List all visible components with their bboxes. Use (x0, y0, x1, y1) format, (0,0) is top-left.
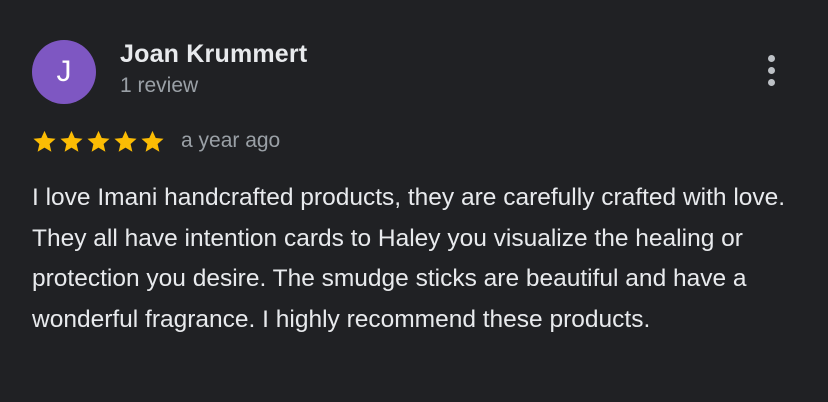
reviewer-name[interactable]: Joan Krummert (120, 40, 307, 69)
star-rating (32, 129, 165, 154)
avatar-letter: J (56, 55, 72, 88)
reviewer-review-count[interactable]: 1 review (120, 74, 198, 98)
review-card: J Joan Krummert 1 review a year ago I lo… (0, 0, 828, 402)
review-text: I love Imani handcrafted products, they … (32, 184, 786, 333)
star-icon (60, 130, 83, 152)
more-vert-icon (767, 54, 775, 86)
review-time: a year ago (181, 129, 281, 152)
star-icon (114, 130, 137, 152)
star-icon (141, 130, 164, 152)
star-icon (33, 130, 56, 152)
rating-row: a year ago (32, 124, 280, 158)
more-options-button[interactable] (752, 48, 790, 92)
star-icon (87, 130, 110, 152)
avatar[interactable]: J (32, 40, 96, 104)
